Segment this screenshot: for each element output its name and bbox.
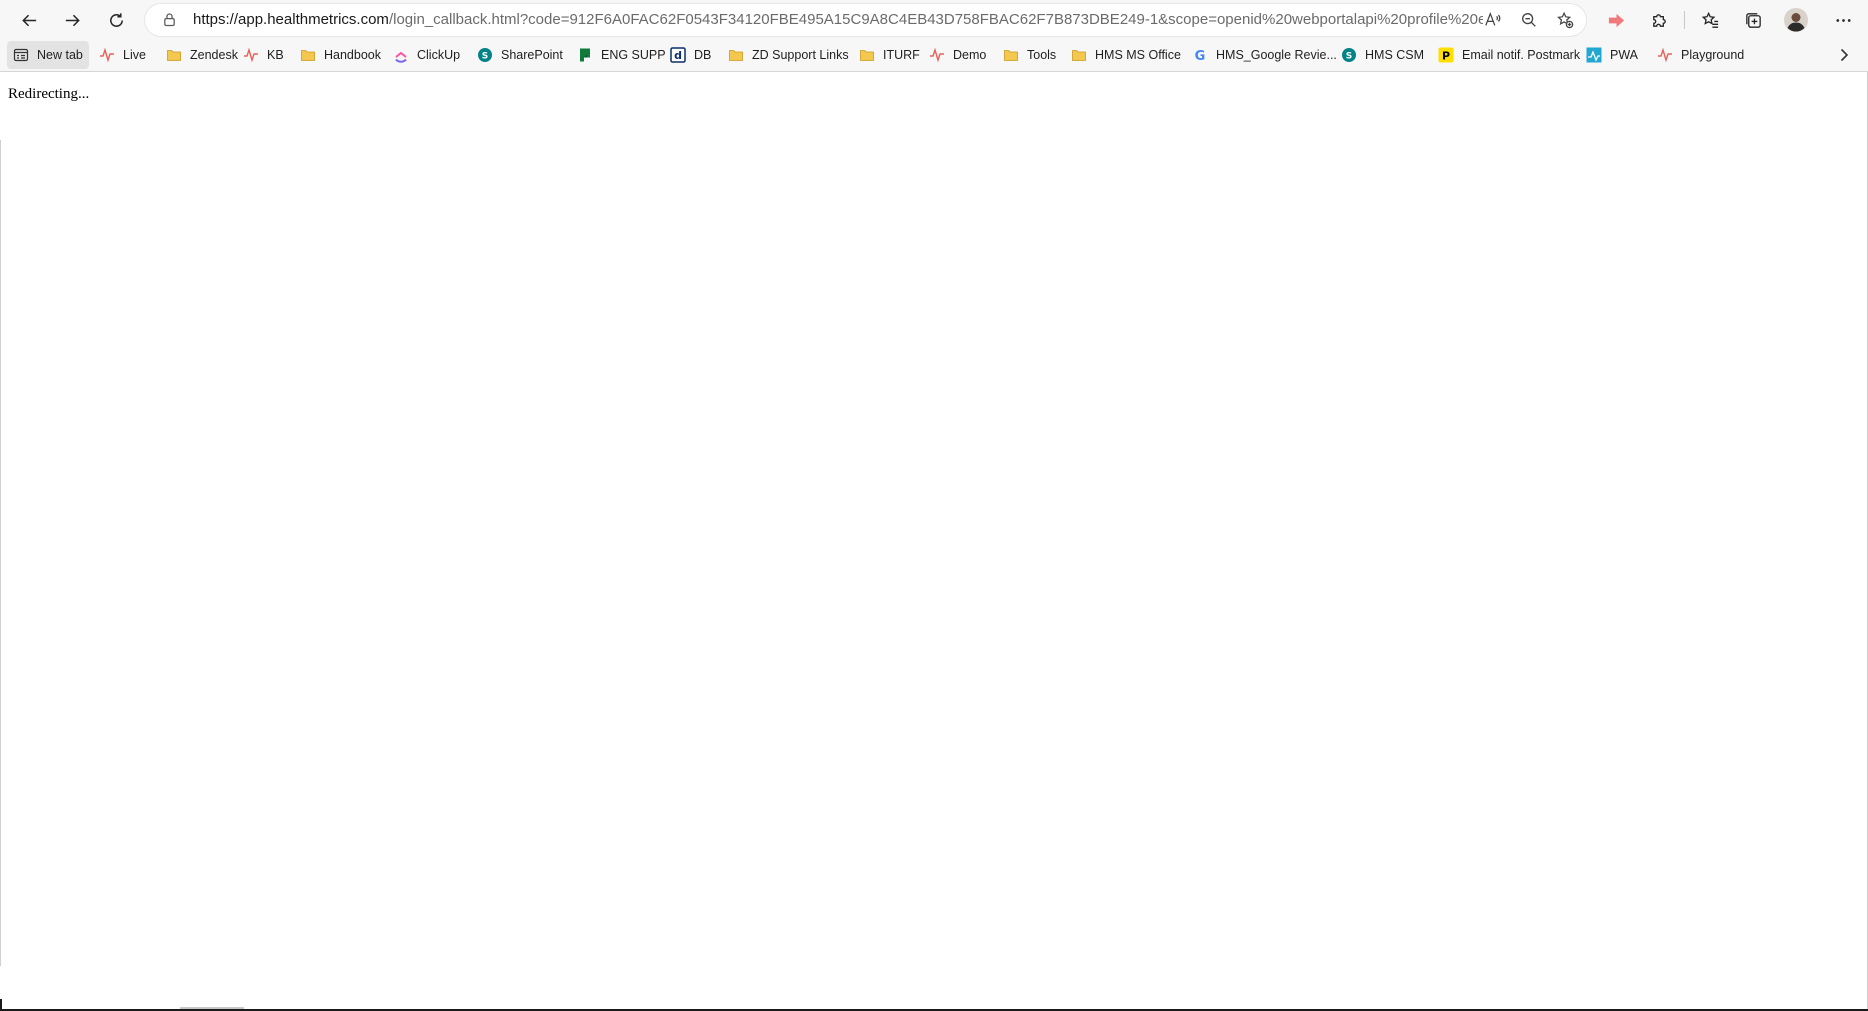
- collections-button[interactable]: [1737, 4, 1769, 36]
- redirecting-text: Redirecting...: [8, 86, 90, 102]
- svg-text:P: P: [1442, 50, 1450, 63]
- bookmark-item[interactable]: Handbook: [294, 41, 387, 69]
- folder-icon: [859, 47, 875, 63]
- bookmark-item[interactable]: ITURF: [853, 41, 926, 69]
- address-bar[interactable]: https://app.healthmetrics.com/login_call…: [145, 4, 1586, 36]
- pulse-icon: [99, 47, 115, 63]
- chevron-right-icon[interactable]: [1834, 45, 1854, 65]
- bookmark-item[interactable]: S SharePoint: [471, 41, 569, 69]
- bookmark-item[interactable]: Live: [93, 41, 152, 69]
- bookmark-item[interactable]: Tools: [997, 41, 1062, 69]
- bookmark-item[interactable]: PWA: [1580, 41, 1644, 69]
- bookmark-label: PWA: [1610, 48, 1639, 62]
- refresh-icon: [109, 12, 123, 27]
- toolbar-divider: [1684, 11, 1685, 29]
- folder-icon: [728, 47, 744, 63]
- folder-icon: [300, 47, 316, 63]
- svg-text:G: G: [1195, 49, 1206, 63]
- bookmark-item[interactable]: ENG SUPP: [571, 41, 672, 69]
- bookmark-item[interactable]: Playground: [1651, 41, 1750, 69]
- folder-icon: [1071, 47, 1087, 63]
- back-button[interactable]: [13, 4, 45, 36]
- db-icon: d: [670, 47, 686, 63]
- corner-tick: [0, 999, 2, 1011]
- ellipsis-icon: [1835, 18, 1851, 22]
- bookmark-label: Demo: [953, 48, 987, 62]
- svg-text:S: S: [1346, 52, 1352, 62]
- sharepoint-icon: S: [1341, 47, 1357, 63]
- bookmark-label: New tab: [37, 48, 83, 62]
- bookmark-item[interactable]: G HMS_Google Revie...: [1186, 41, 1343, 69]
- favorite-add-icon[interactable]: [1556, 11, 1574, 29]
- pulse-icon: [1657, 47, 1673, 63]
- pulse-icon: [929, 47, 945, 63]
- extension-red-button[interactable]: [1600, 4, 1632, 36]
- extension-arrow-icon: [1608, 13, 1624, 27]
- profile-button[interactable]: [1780, 4, 1812, 36]
- bookmark-label: HMS MS Office: [1095, 48, 1181, 62]
- collections-icon: [1745, 12, 1761, 28]
- bookmark-label: ZD Support Links: [752, 48, 849, 62]
- sharepoint-icon: S: [477, 47, 493, 63]
- bookmark-item[interactable]: Demo: [923, 41, 992, 69]
- zoom-out-icon[interactable]: [1520, 11, 1538, 29]
- extensions-button[interactable]: [1643, 4, 1675, 36]
- pulse-icon: [243, 47, 259, 63]
- folder-icon: [1003, 47, 1019, 63]
- lock-icon[interactable]: [161, 11, 178, 28]
- url-host: https://app.healthmetrics.com: [193, 11, 389, 28]
- bookmark-label: ENG SUPP: [601, 48, 666, 62]
- bookmark-label: DB: [694, 48, 712, 62]
- bookmark-item[interactable]: ClickUp: [387, 41, 466, 69]
- avatar: [1784, 8, 1808, 32]
- svg-text:S: S: [482, 52, 488, 62]
- bookmark-label: Playground: [1681, 48, 1745, 62]
- bookmark-label: Live: [123, 48, 146, 62]
- arrow-right-icon: [65, 14, 80, 26]
- refresh-button[interactable]: [100, 4, 132, 36]
- url-path: /login_callback.html?code=912F6A0FAC62F0…: [388, 11, 1483, 28]
- google-icon: G: [1192, 47, 1208, 63]
- read-aloud-icon[interactable]: [1484, 11, 1502, 29]
- bookmark-item[interactable]: d DB: [664, 41, 717, 69]
- bookmark-label: Zendesk: [190, 48, 238, 62]
- favorites-list-icon: [1701, 11, 1718, 28]
- puzzle-icon: [1652, 13, 1666, 27]
- bookmark-label: Email notif. Postmark: [1462, 48, 1581, 62]
- postmark-icon: P: [1438, 47, 1454, 63]
- favorites-bar: New tab Live Zendesk KB Handbook ClickUp S Shar…: [0, 40, 1868, 72]
- favorites-button[interactable]: [1694, 4, 1726, 36]
- new-tab-icon: [13, 47, 29, 63]
- clickup-icon: [393, 47, 409, 63]
- bookmark-item[interactable]: KB: [237, 41, 290, 69]
- forward-button[interactable]: [56, 4, 88, 36]
- eng-flag-icon: [577, 47, 593, 63]
- arrow-left-icon: [21, 14, 36, 26]
- settings-more-button[interactable]: [1827, 4, 1859, 36]
- bookmark-label: HMS CSM: [1365, 48, 1425, 62]
- page-content: Redirecting...: [0, 72, 1868, 1011]
- bookmark-item[interactable]: S HMS CSM: [1335, 41, 1430, 69]
- pwa-icon: [1586, 47, 1602, 63]
- browser-toolbar: https://app.healthmetrics.com/login_call…: [0, 0, 1868, 40]
- bookmark-item[interactable]: P Email notif. Postmark: [1432, 41, 1586, 69]
- bookmark-label: Handbook: [324, 48, 381, 62]
- bookmark-item[interactable]: HMS MS Office: [1065, 41, 1187, 69]
- bookmark-label: KB: [267, 48, 284, 62]
- bookmark-item[interactable]: ZD Support Links: [722, 41, 855, 69]
- bookmark-label: Tools: [1027, 48, 1057, 62]
- bookmark-label: SharePoint: [501, 48, 563, 62]
- bookmark-item[interactable]: New tab: [7, 41, 89, 69]
- bookmark-item[interactable]: Zendesk: [160, 41, 244, 69]
- window-edge-left: [0, 140, 1, 966]
- folder-icon: [166, 47, 182, 63]
- bookmark-label: ITURF: [883, 48, 920, 62]
- bookmark-label: HMS_Google Revie...: [1216, 48, 1337, 62]
- svg-text:d: d: [674, 49, 682, 62]
- url-text[interactable]: https://app.healthmetrics.com/login_call…: [193, 4, 1483, 36]
- bookmark-label: ClickUp: [417, 48, 461, 62]
